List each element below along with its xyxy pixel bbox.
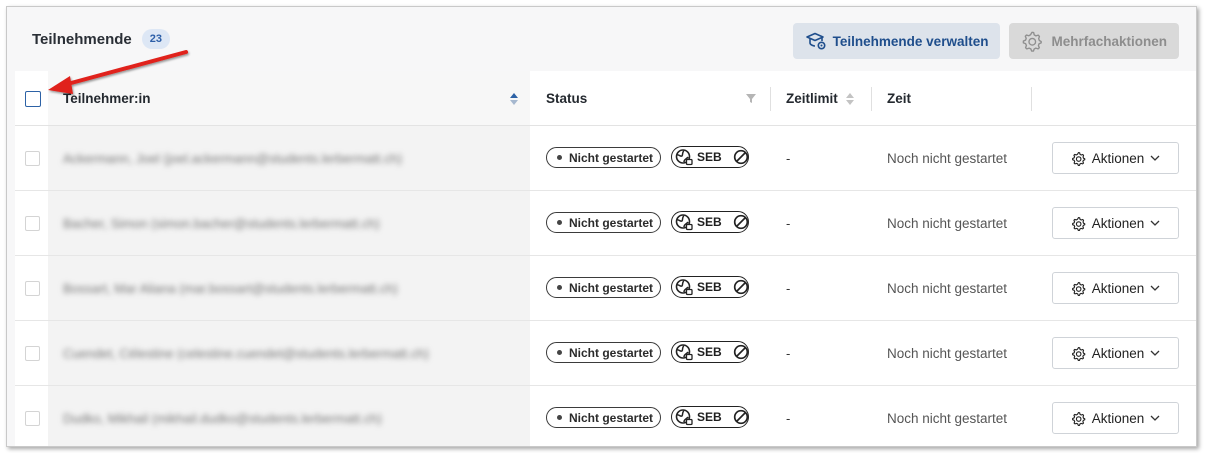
- annotation-arrow-icon: [48, 50, 188, 94]
